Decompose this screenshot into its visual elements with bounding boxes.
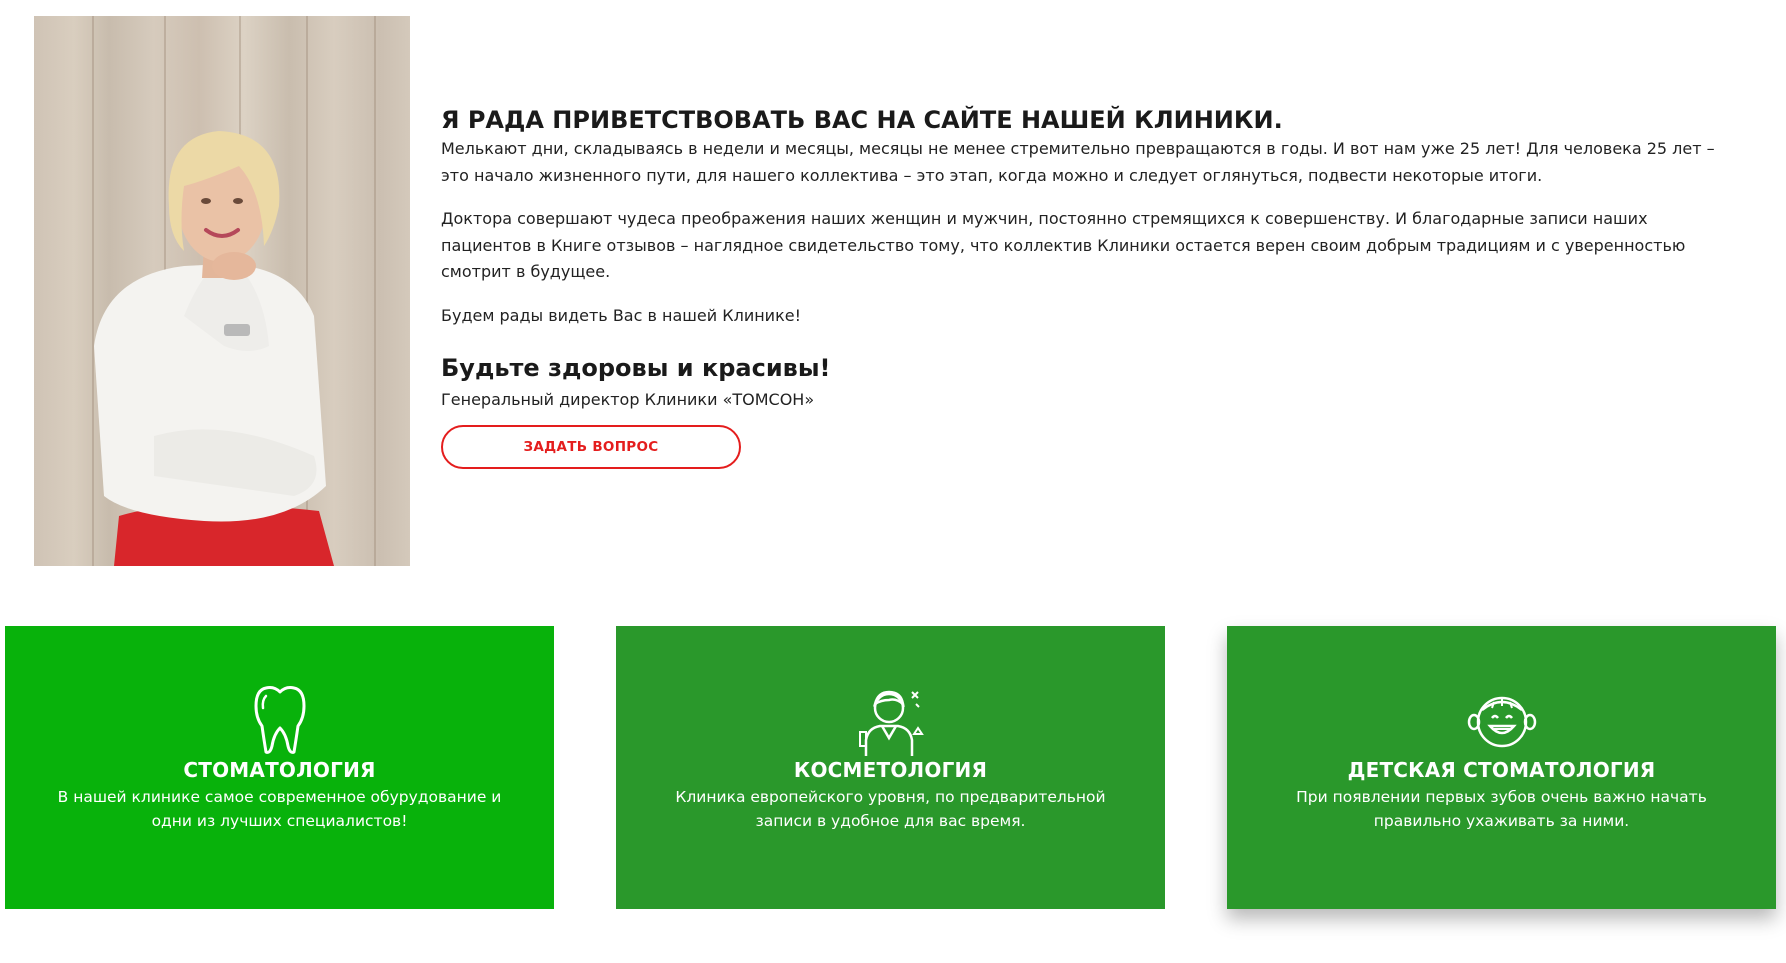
service-card-kids-dentistry[interactable]: ДЕТСКАЯ СТОМАТОЛОГИЯ При появлении первы… — [1227, 626, 1776, 909]
closing-wish: Будьте здоровы и красивы! — [441, 354, 831, 382]
director-signature: Генеральный директор Клиники «ТОМСОН» — [441, 390, 815, 409]
service-description: Клиника европейского уровня, по предвари… — [675, 788, 1106, 830]
service-title: ДЕТСКАЯ СТОМАТОЛОГИЯ — [1347, 758, 1656, 782]
intro-section: Я РАДА ПРИВЕТСТВОВАТЬ ВАС НА САЙТЕ НАШЕЙ… — [441, 104, 1741, 469]
page: Я РАДА ПРИВЕТСТВОВАТЬ ВАС НА САЙТЕ НАШЕЙ… — [0, 0, 1786, 963]
intro-paragraph: Будем рады видеть Вас в нашей Клинике! — [441, 305, 801, 325]
service-title: КОСМЕТОЛОГИЯ — [793, 758, 988, 782]
intro-title: Я РАДА ПРИВЕТСТВОВАТЬ ВАС НА САЙТЕ НАШЕЙ… — [441, 106, 1283, 134]
service-description: При появлении первых зубов очень важно н… — [1296, 788, 1707, 830]
cosmetologist-icon — [858, 690, 924, 756]
child-smile-icon — [1467, 696, 1536, 748]
intro-paragraph: Мелькают дни, складываясь в недели и мес… — [441, 139, 1715, 185]
intro-paragraph: Доктора совершают чудеса преображения на… — [441, 209, 1686, 281]
tooth-icon — [254, 686, 305, 754]
service-card-dentistry[interactable]: СТОМАТОЛОГИЯ В нашей клинике самое совре… — [5, 626, 554, 909]
ask-question-button[interactable]: ЗАДАТЬ ВОПРОС — [441, 425, 741, 469]
service-description: В нашей клинике самое современное обуруд… — [57, 788, 502, 830]
director-photo — [34, 16, 410, 566]
service-card-cosmetology[interactable]: КОСМЕТОЛОГИЯ Клиника европейского уровня… — [616, 626, 1165, 909]
service-title: СТОМАТОЛОГИЯ — [183, 758, 376, 782]
